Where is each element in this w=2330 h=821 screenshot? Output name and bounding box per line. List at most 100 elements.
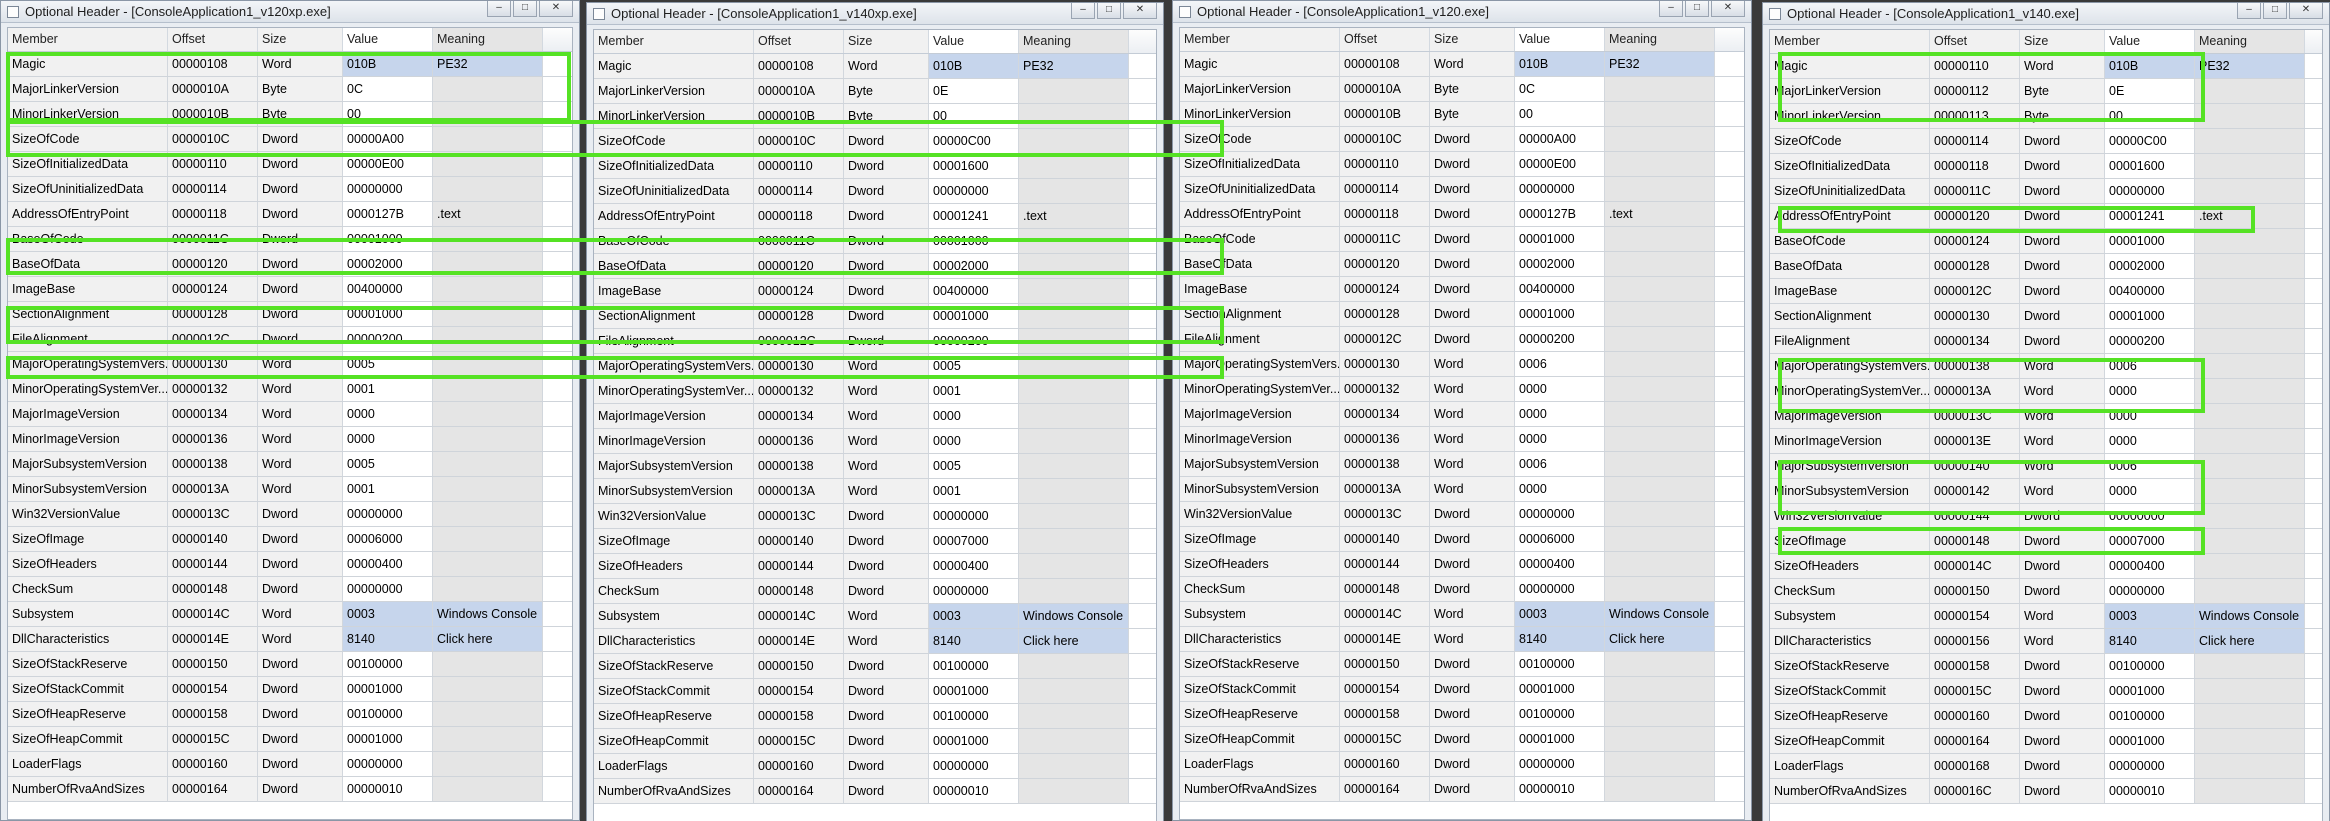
table-row[interactable]: SizeOfHeapCommit 0000015C Dword 00001000: [1180, 727, 1744, 752]
value-cell[interactable]: 00000200: [929, 329, 1019, 353]
meaning-cell[interactable]: [433, 777, 543, 801]
value-cell[interactable]: 00001000: [1515, 227, 1605, 251]
minimize-icon[interactable]: –: [2237, 3, 2261, 19]
meaning-cell[interactable]: [2195, 404, 2305, 428]
value-cell[interactable]: 00000400: [343, 552, 433, 576]
table-row[interactable]: MajorOperatingSystemVers... 00000130 Word 0…: [1180, 352, 1744, 377]
value-cell[interactable]: 0001: [929, 379, 1019, 403]
table-row[interactable]: MajorSubsystemVersion 00000138 Word 0006: [1180, 452, 1744, 477]
table-row[interactable]: MinorLinkerVersion 00000113 Byte 00: [1770, 104, 2322, 129]
table-row[interactable]: SizeOfInitializedData 00000110 Dword 000016…: [594, 154, 1156, 179]
meaning-cell[interactable]: [1605, 702, 1715, 726]
table-row[interactable]: AddressOfEntryPoint 00000118 Dword 0000127B…: [1180, 202, 1744, 227]
table-row[interactable]: Magic 00000110 Word 010B PE32: [1770, 54, 2322, 79]
value-cell[interactable]: 0000127B: [1515, 202, 1605, 226]
value-cell[interactable]: 00001000: [929, 304, 1019, 328]
meaning-cell[interactable]: [433, 377, 543, 401]
value-cell[interactable]: 00000000: [1515, 752, 1605, 776]
meaning-cell[interactable]: [1019, 379, 1129, 403]
meaning-cell[interactable]: [2195, 454, 2305, 478]
table-row[interactable]: FileAlignment 00000134 Dword 00000200: [1770, 329, 2322, 354]
table-row[interactable]: MajorOperatingSystemVers... 00000130 Word 0…: [8, 352, 572, 377]
value-cell[interactable]: 010B: [2105, 54, 2195, 78]
meaning-cell[interactable]: [1605, 352, 1715, 376]
table-row[interactable]: MajorOperatingSystemVers... 00000138 Word 0…: [1770, 354, 2322, 379]
table-row[interactable]: NumberOfRvaAndSizes 0000016C Dword 00000010: [1770, 779, 2322, 804]
pe-viewer-window[interactable]: Optional Header - [ConsoleApplication1_v…: [0, 0, 580, 821]
table-row[interactable]: MajorImageVersion 00000134 Word 0000: [594, 404, 1156, 429]
meaning-cell[interactable]: PE32: [1605, 52, 1715, 76]
meaning-cell[interactable]: Windows Console: [433, 602, 543, 626]
table-row[interactable]: LoaderFlags 00000168 Dword 00000000: [1770, 754, 2322, 779]
table-row[interactable]: SizeOfCode 0000010C Dword 00000A00: [8, 127, 572, 152]
value-cell[interactable]: 00000010: [2105, 779, 2195, 803]
value-cell[interactable]: 0000: [2105, 404, 2195, 428]
meaning-cell[interactable]: [2195, 254, 2305, 278]
value-cell[interactable]: 00000000: [1515, 502, 1605, 526]
column-header-size[interactable]: Size: [2020, 30, 2105, 53]
meaning-cell[interactable]: [2195, 129, 2305, 153]
table-row[interactable]: SizeOfHeapCommit 0000015C Dword 00001000: [8, 727, 572, 752]
meaning-cell[interactable]: [433, 127, 543, 151]
table-row[interactable]: FileAlignment 0000012C Dword 00000200: [1180, 327, 1744, 352]
table-row[interactable]: MinorSubsystemVersion 0000013A Word 0000: [1180, 477, 1744, 502]
value-cell[interactable]: 0003: [2105, 604, 2195, 628]
column-header-offset[interactable]: Offset: [1930, 30, 2020, 53]
meaning-cell[interactable]: [1019, 529, 1129, 553]
meaning-cell[interactable]: [1605, 377, 1715, 401]
meaning-cell[interactable]: [1605, 152, 1715, 176]
meaning-cell[interactable]: Click here: [433, 627, 543, 651]
table-row[interactable]: NumberOfRvaAndSizes 00000164 Dword 00000010: [1180, 777, 1744, 802]
meaning-cell[interactable]: [433, 527, 543, 551]
value-cell[interactable]: 0005: [929, 454, 1019, 478]
value-cell[interactable]: 00000A00: [1515, 127, 1605, 151]
column-header-member[interactable]: Member: [1180, 28, 1340, 51]
value-cell[interactable]: 00100000: [343, 702, 433, 726]
meaning-cell[interactable]: PE32: [2195, 54, 2305, 78]
value-cell[interactable]: 00001000: [343, 227, 433, 251]
value-cell[interactable]: 0000: [1515, 427, 1605, 451]
meaning-cell[interactable]: [1019, 354, 1129, 378]
meaning-cell[interactable]: [433, 727, 543, 751]
meaning-cell[interactable]: [1605, 677, 1715, 701]
value-cell[interactable]: 00100000: [929, 654, 1019, 678]
value-cell[interactable]: 00100000: [343, 652, 433, 676]
value-cell[interactable]: 00000010: [343, 777, 433, 801]
value-cell[interactable]: 00000E00: [343, 152, 433, 176]
value-cell[interactable]: 00002000: [2105, 254, 2195, 278]
value-cell[interactable]: 0006: [1515, 352, 1605, 376]
meaning-cell[interactable]: [1605, 427, 1715, 451]
meaning-cell[interactable]: [1605, 102, 1715, 126]
meaning-cell[interactable]: [1019, 479, 1129, 503]
table-row[interactable]: MinorOperatingSystemVer... 00000132 Word 00…: [8, 377, 572, 402]
value-cell[interactable]: 00100000: [929, 704, 1019, 728]
meaning-cell[interactable]: [1605, 752, 1715, 776]
table-row[interactable]: MajorLinkerVersion 00000112 Byte 0E: [1770, 79, 2322, 104]
table-row[interactable]: ImageBase 0000012C Dword 00400000: [1770, 279, 2322, 304]
value-cell[interactable]: 0C: [1515, 77, 1605, 101]
table-row[interactable]: SizeOfHeapReserve 00000158 Dword 00100000: [594, 704, 1156, 729]
table-row[interactable]: SectionAlignment 00000128 Dword 00001000: [594, 304, 1156, 329]
meaning-cell[interactable]: [433, 702, 543, 726]
table-row[interactable]: AddressOfEntryPoint 00000118 Dword 00001241…: [594, 204, 1156, 229]
table-row[interactable]: MajorLinkerVersion 0000010A Byte 0C: [1180, 77, 1744, 102]
meaning-cell[interactable]: [2195, 329, 2305, 353]
meaning-cell[interactable]: .text: [433, 202, 543, 226]
meaning-cell[interactable]: [433, 327, 543, 351]
value-cell[interactable]: 00007000: [929, 529, 1019, 553]
close-icon[interactable]: ✕: [2289, 3, 2323, 19]
value-cell[interactable]: 00000000: [929, 579, 1019, 603]
table-row[interactable]: SizeOfStackReserve 00000150 Dword 00100000: [594, 654, 1156, 679]
table-row[interactable]: SizeOfStackReserve 00000150 Dword 00100000: [8, 652, 572, 677]
meaning-cell[interactable]: [1019, 554, 1129, 578]
value-cell[interactable]: 00000C00: [2105, 129, 2195, 153]
table-row[interactable]: SizeOfImage 00000140 Dword 00006000: [1180, 527, 1744, 552]
value-cell[interactable]: 00400000: [343, 277, 433, 301]
value-cell[interactable]: 00001600: [929, 154, 1019, 178]
value-cell[interactable]: 0E: [929, 79, 1019, 103]
value-cell[interactable]: 00001000: [2105, 304, 2195, 328]
table-row[interactable]: SizeOfUninitializedData 00000114 Dword 0000…: [1180, 177, 1744, 202]
table-row[interactable]: MinorImageVersion 00000136 Word 0000: [1180, 427, 1744, 452]
table-row[interactable]: DllCharacteristics 0000014E Word 8140 Click …: [8, 627, 572, 652]
meaning-cell[interactable]: [2195, 579, 2305, 603]
